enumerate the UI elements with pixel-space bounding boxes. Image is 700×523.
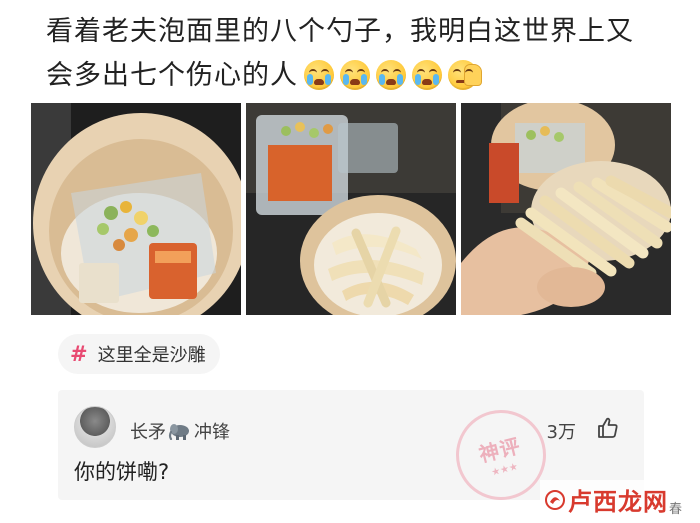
noodle-cup-with-spoons-photo[interactable] [246, 103, 456, 315]
comment-text: 你的饼嘞? [74, 460, 170, 484]
post-text-line-2-wrap: 会多出七个伤心的人 [46, 54, 686, 98]
dragon-logo-icon [544, 489, 565, 510]
crying-face-icon [340, 60, 370, 90]
elephant-icon [168, 424, 189, 440]
crying-face-icon [376, 60, 406, 90]
photo-grid [31, 103, 671, 315]
watermark-suffix: 春 [668, 502, 682, 517]
crying-face-icon [412, 60, 442, 90]
post-page: 看着老夫泡面里的八个勺子，我明白这世界上又 会多出七个伤心的人 # 这里全是沙雕… [0, 0, 700, 523]
post-text-line-2: 会多出七个伤心的人 [46, 60, 298, 91]
crying-face-icon [304, 60, 334, 90]
username-part-1: 长矛 [130, 422, 166, 443]
watermark: 卢西龙网 春 [539, 480, 686, 519]
topic-tag[interactable]: # 这里全是沙雕 [58, 334, 220, 374]
post-text: 看着老夫泡面里的八个勺子，我明白这世界上又 会多出七个伤心的人 [46, 10, 686, 98]
username-part-2: 冲锋 [194, 422, 230, 443]
instant-noodle-cup-photo[interactable] [31, 103, 241, 315]
watermark-text: 卢西龙网 [567, 488, 668, 516]
hashtag-icon: # [70, 342, 88, 366]
facepalm-icon [448, 60, 482, 90]
thumbs-up-icon[interactable] [596, 416, 620, 440]
topic-tag-label: 这里全是沙雕 [97, 345, 206, 366]
like-count: 3万 [546, 422, 576, 443]
hand-holding-spoons-photo[interactable] [461, 103, 671, 315]
post-text-line-1: 看着老夫泡面里的八个勺子，我明白这世界上又 [46, 16, 634, 47]
avatar[interactable] [74, 406, 116, 448]
comment-username[interactable]: 长矛 冲锋 [130, 418, 230, 444]
